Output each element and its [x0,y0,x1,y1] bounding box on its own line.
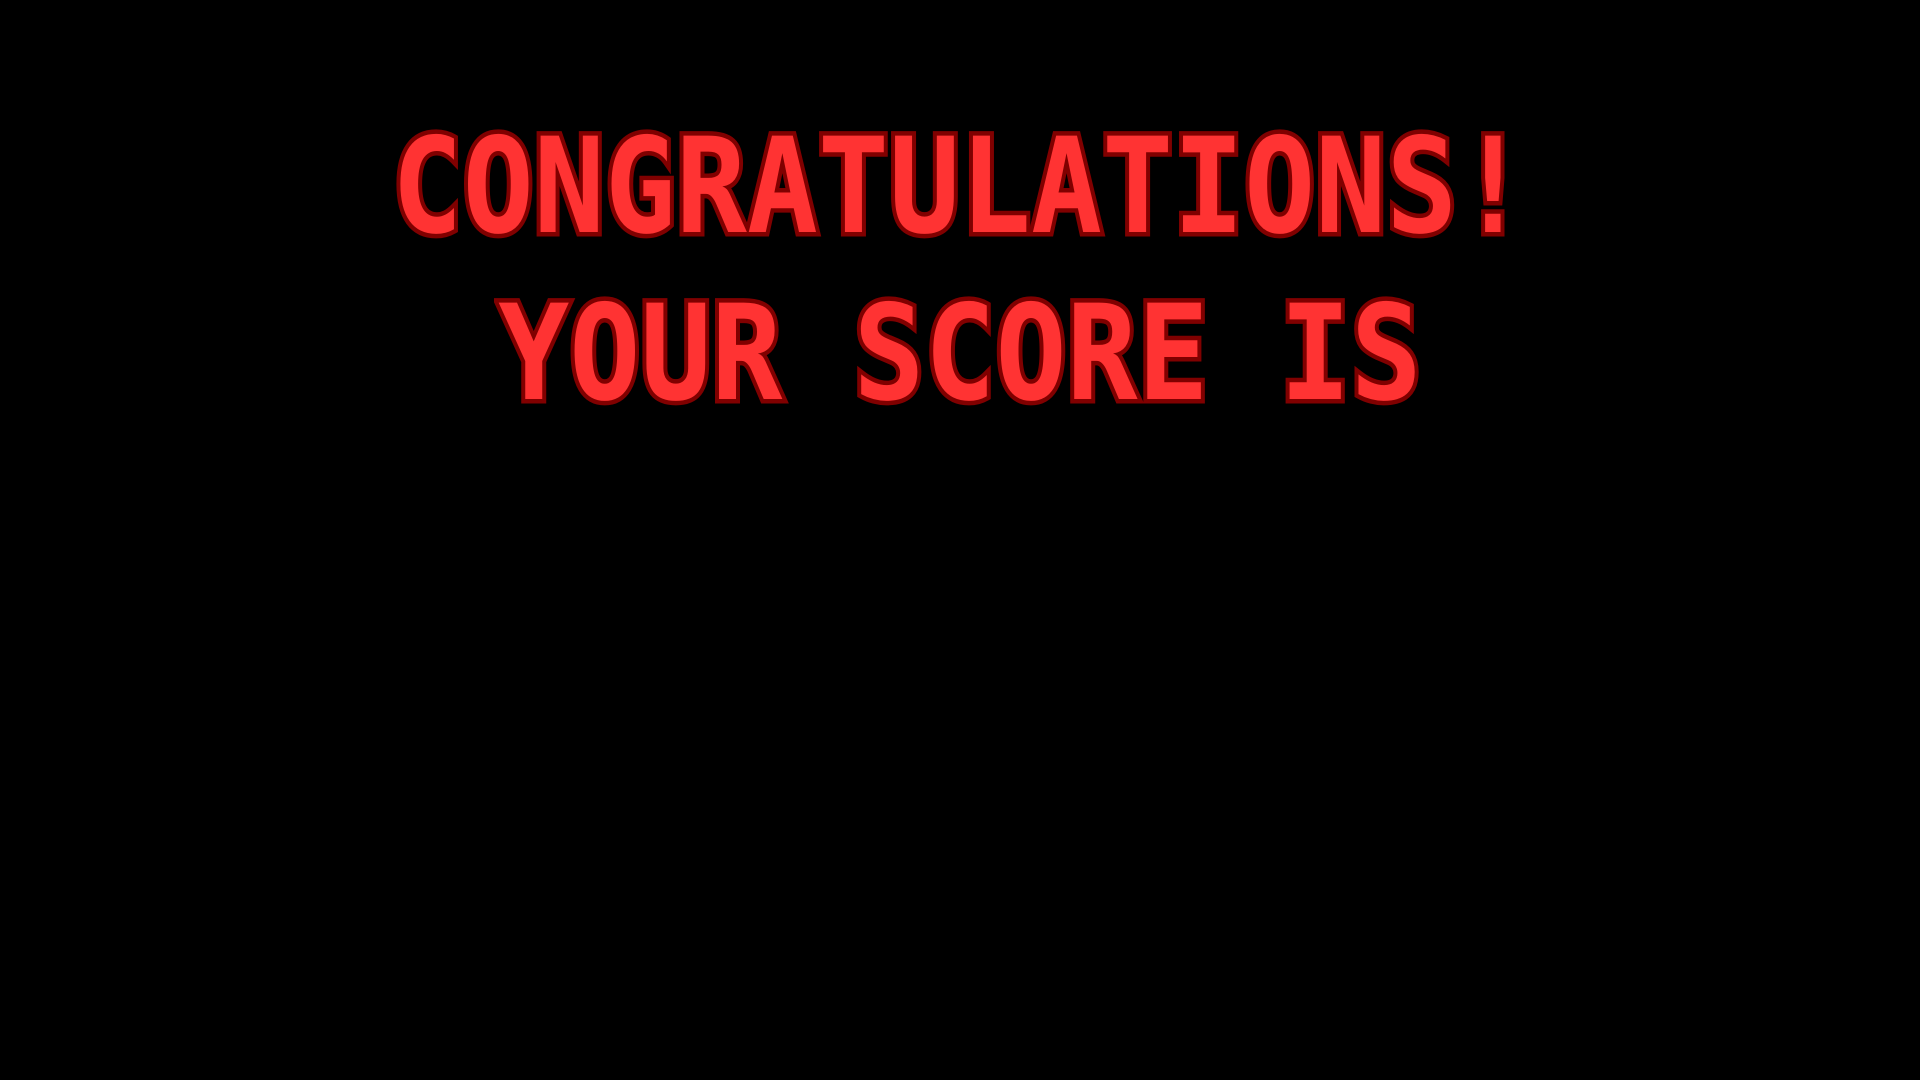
score-label: YOUR SCORE IS [494,275,1426,431]
congratulations-heading: CONGRATULATIONS! [388,108,1533,264]
